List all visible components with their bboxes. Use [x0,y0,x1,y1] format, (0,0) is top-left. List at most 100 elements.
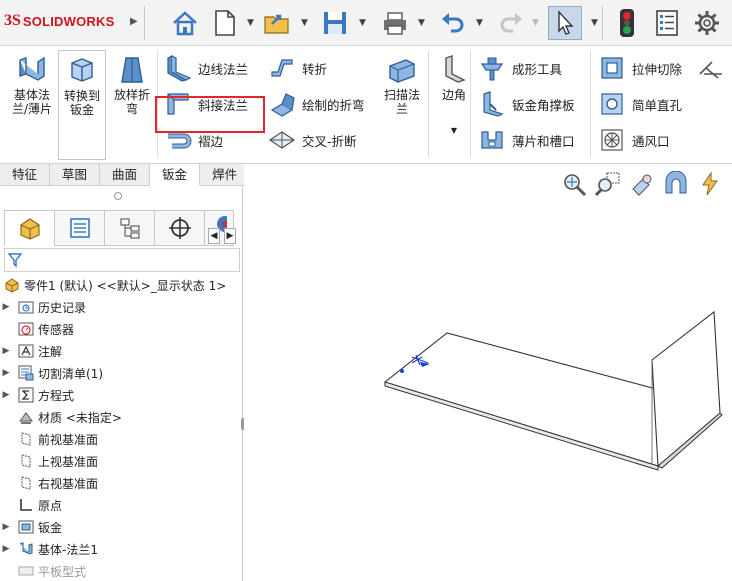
tree-item-material[interactable]: 材质 <未指定> [0,406,242,428]
cross-break-label: 交叉-折断 [302,133,357,149]
print-dropdown-icon[interactable]: ▼ [418,18,425,28]
gear-icon[interactable] [690,6,724,40]
tree-item-sensors[interactable]: 传感器 [0,318,242,340]
annotation-icon [18,344,34,358]
tab-sketch[interactable]: 草图 [50,164,101,186]
redo-icon[interactable] [494,6,528,40]
expand-arrow-icon[interactable]: ▶ [0,368,12,378]
expand-arrow-icon[interactable]: ▶ [0,544,12,554]
sketched-bend-button[interactable]: 绘制的折弯 [268,90,365,118]
open-dropdown-icon[interactable]: ▼ [301,18,308,28]
tree-item-label: 材质 <未指定> [38,410,122,425]
cross-break-button[interactable]: 交叉-折断 [268,126,357,154]
print-icon[interactable] [378,6,412,40]
tree-filter[interactable] [4,248,240,272]
tree-root-part[interactable]: 零件1 (默认) <<默认>_显示状态 1> [0,274,242,296]
material-icon [19,412,33,424]
simple-hole-label: 简单直孔 [632,97,683,113]
tree-item-label: 钣金 [38,520,63,535]
base-flange-face [383,332,661,467]
jog-label: 转折 [302,61,328,77]
lofted-bend-button[interactable]: 放样折弯 [108,50,156,160]
undo-icon[interactable] [436,6,470,40]
save-icon[interactable] [318,6,352,40]
panel-tab-strip [4,210,240,246]
tree-item-base-flange[interactable]: ▶ 基体-法兰1 [0,538,242,560]
tree-item-sheet-metal[interactable]: ▶ 钣金 [0,516,242,538]
equation-icon [18,387,34,403]
new-document-icon[interactable] [208,6,242,40]
tree-item-annotations[interactable]: ▶ 注解 [0,340,242,362]
unfold-button[interactable] [698,54,732,82]
extruded-cut-label: 拉伸切除 [632,61,683,77]
feature-manager-icon [19,218,40,240]
tree-item-front-plane[interactable]: 前视基准面 [0,428,242,450]
tree-item-top-plane[interactable]: 上视基准面 [0,450,242,472]
tree-item-flat-pattern[interactable]: 平板型式 [0,560,242,581]
home-icon[interactable] [168,6,202,40]
tree-item-label: 传感器 [38,322,75,337]
feature-manager-tab[interactable] [4,210,54,246]
crosshair-icon [168,217,191,239]
convert-to-sheet-metal-button[interactable]: 转换到钣金 [58,50,106,160]
tab-features[interactable]: 特征 [0,164,51,186]
expand-arrow-icon[interactable]: ▶ [0,390,12,400]
options-list-icon[interactable] [650,6,684,40]
tab-surfaces[interactable]: 曲面 [100,164,151,186]
tree-item-history[interactable]: ▶ 历史记录 [0,296,242,318]
extruded-cut-button[interactable]: 拉伸切除 [598,54,682,82]
corners-icon [445,55,466,83]
vent-button[interactable]: 通风口 [598,126,670,154]
expand-arrow-icon[interactable]: ▶ [0,522,12,532]
tab-sheet-metal[interactable]: 钣金 [150,164,201,186]
redo-dropdown-icon[interactable]: ▼ [532,18,539,28]
save-dropdown-icon[interactable]: ▼ [359,18,366,28]
jog-button[interactable]: 转折 [268,54,327,82]
forming-tool-button[interactable]: 成形工具 [478,54,562,82]
jog-icon [271,59,293,77]
edge-flange-button[interactable]: 边线法兰 [164,54,248,82]
property-manager-tab[interactable] [54,210,104,246]
panel-tab-scroll-right-icon[interactable]: ▶ [224,228,236,244]
panel-tab-scroll-left-icon[interactable]: ◀ [208,228,220,244]
tab-and-slot-label: 薄片和槽口 [512,133,575,149]
panel-grip-handle[interactable] [114,192,122,200]
open-icon[interactable] [260,6,294,40]
cross-break-icon [268,131,296,149]
tree-item-label: 方程式 [38,388,75,403]
forming-tool-label: 成形工具 [512,61,563,77]
base-flange-button[interactable]: 基体法兰/薄片 [8,50,56,160]
sketched-bend-label: 绘制的折弯 [302,97,365,113]
sheet-metal-gusset-button[interactable]: 钣金角撑板 [478,90,575,118]
tab-weldments[interactable]: 焊件 [200,164,251,186]
graphics-viewport[interactable] [244,164,732,581]
dimxpert-manager-tab[interactable] [154,210,204,246]
edge-flange-label: 边线法兰 [198,61,249,77]
expand-arrow-icon[interactable]: ▶ [0,346,12,356]
new-dropdown-icon[interactable]: ▼ [247,18,254,28]
convert-to-sheet-metal-icon [71,58,93,82]
corners-dropdown-icon[interactable]: ▼ [451,124,457,138]
traffic-light-icon[interactable] [610,6,644,40]
tree-item-cut-list[interactable]: ▶ 切割清单(1) [0,362,242,384]
swept-flange-button[interactable]: 扫描法兰 [378,50,426,160]
corners-label: 边角 [441,88,466,102]
tree-item-right-plane[interactable]: 右视基准面 [0,472,242,494]
tree-item-equations[interactable]: ▶ 方程式 [0,384,242,406]
select-cursor-icon[interactable] [548,6,582,40]
sketched-bend-icon [270,93,295,117]
ribbon-divider [470,50,471,158]
convert-to-sheet-metal-label: 转换到钣金 [63,89,100,117]
simple-hole-button[interactable]: 简单直孔 [598,90,682,118]
edge-flange-icon [167,55,192,82]
select-dropdown-icon[interactable]: ▼ [591,18,598,28]
tree-item-label: 平板型式 [38,564,87,579]
logo-menu-arrow-icon[interactable]: ▶ [130,16,138,27]
tree-item-origin[interactable]: 原点 [0,494,242,516]
toolbar-divider [602,6,603,40]
undo-dropdown-icon[interactable]: ▼ [476,18,483,28]
expand-arrow-icon[interactable]: ▶ [0,302,12,312]
edge-flange-highlight-box [155,96,265,133]
configuration-manager-tab[interactable] [104,210,154,246]
tab-and-slot-button[interactable]: 薄片和槽口 [478,126,575,154]
